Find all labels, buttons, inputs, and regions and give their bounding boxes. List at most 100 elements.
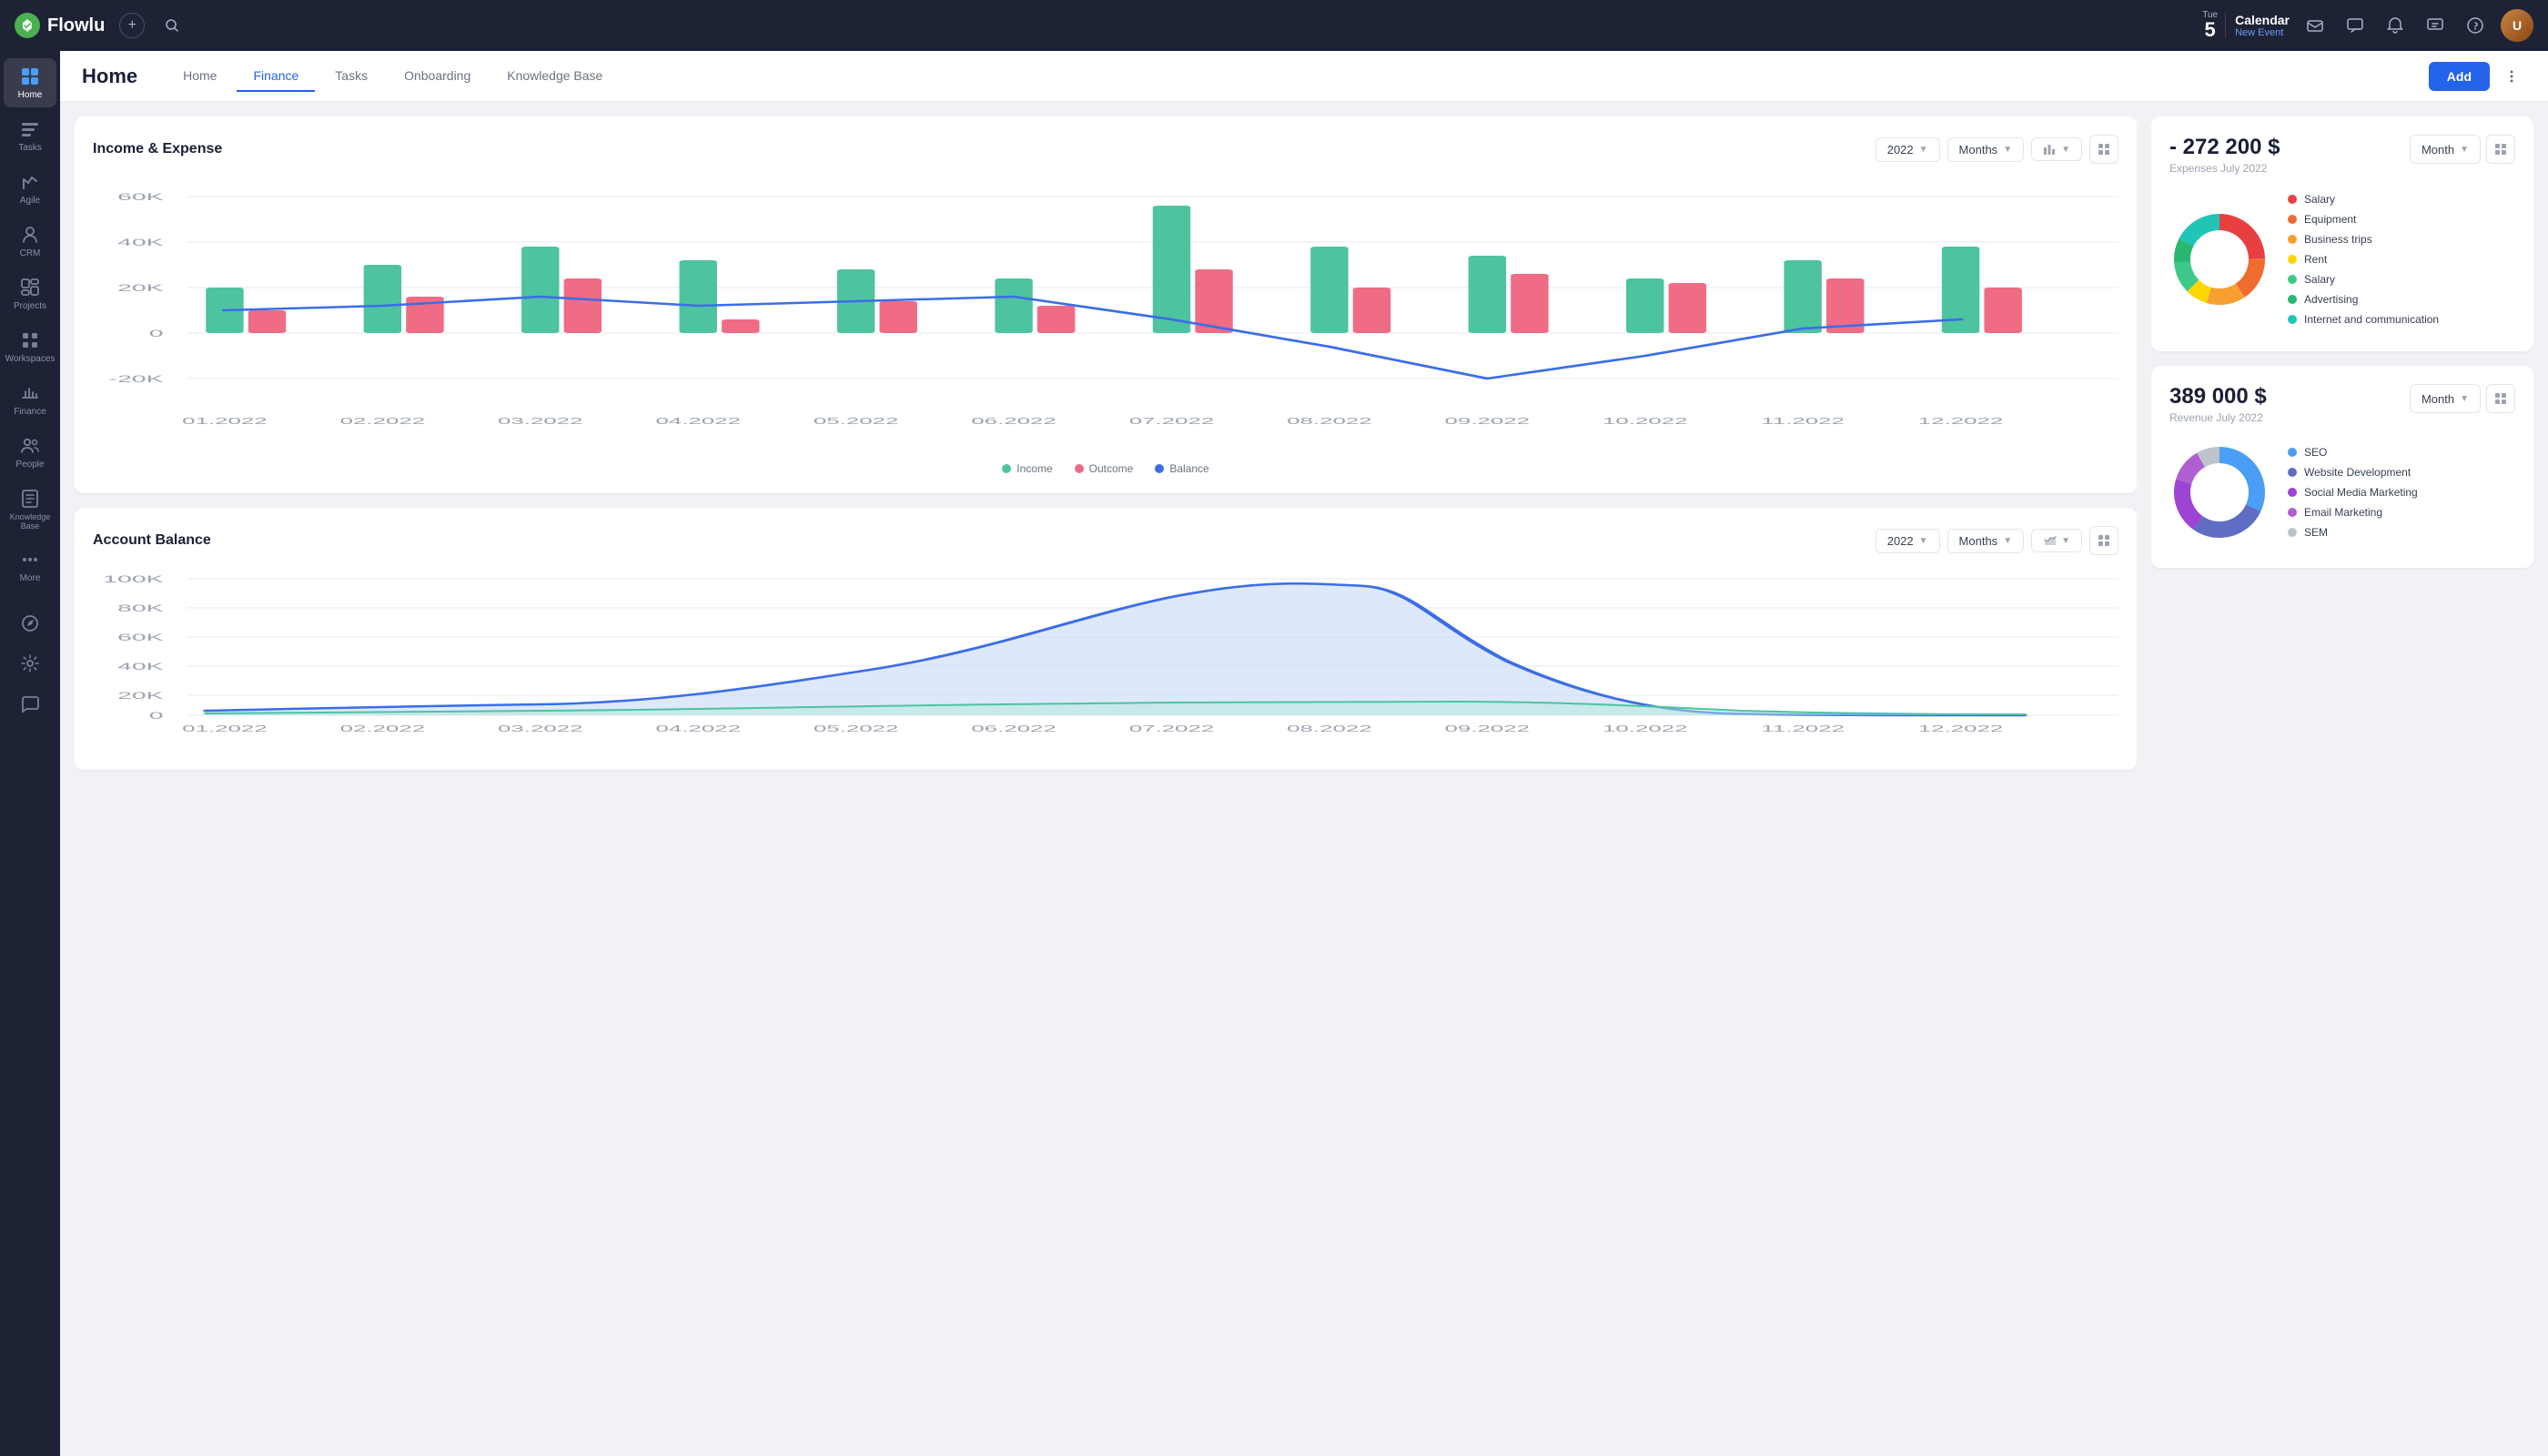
messages-button[interactable] (2421, 11, 2450, 40)
revenue-donut-section: SEO Website Development Social Media Mar… (2169, 435, 2515, 550)
tab-onboarding[interactable]: Onboarding (388, 61, 487, 92)
year-selector[interactable]: 2022 ▼ (1876, 137, 1940, 162)
search-button[interactable] (159, 13, 185, 38)
web-dev-label: Website Development (2304, 466, 2411, 479)
logo-icon (15, 13, 40, 38)
calendar-sub[interactable]: New Event (2235, 27, 2290, 38)
ab-period-selector[interactable]: Months ▼ (1947, 529, 2025, 553)
svg-text:09.2022: 09.2022 (1445, 723, 1531, 733)
year-label: 2022 (1887, 143, 1914, 157)
svg-text:10.2022: 10.2022 (1603, 723, 1688, 733)
income-expense-chart: 60K 40K 20K 0 -20K (93, 178, 2118, 451)
expenses-card: - 272 200 $ Expenses July 2022 Month ▼ (2151, 116, 2533, 351)
help-icon (2466, 16, 2484, 35)
bell-icon (2386, 16, 2404, 35)
sidebar-item-workspaces[interactable]: Workspaces (4, 322, 56, 371)
revenue-card: 389 000 $ Revenue July 2022 Month ▼ (2151, 366, 2533, 568)
grid-icon (2494, 143, 2507, 156)
agile-icon (19, 171, 41, 193)
sidebar-item-knowledge[interactable]: Knowledge Base (4, 480, 56, 538)
sidebar-item-crm[interactable]: CRM (4, 217, 56, 266)
svg-text:02.2022: 02.2022 (340, 723, 426, 733)
add-button[interactable]: Add (2429, 62, 2490, 91)
svg-text:08.2022: 08.2022 (1287, 723, 1372, 733)
sidebar-item-crm-label: CRM (20, 248, 41, 258)
svg-text:09.2022: 09.2022 (1445, 416, 1531, 426)
legend-balance: Balance (1155, 462, 1208, 475)
svg-text:06.2022: 06.2022 (971, 416, 1057, 426)
content-area: Income & Expense 2022 ▼ Months ▼ (60, 102, 2548, 1456)
legend-internet: Internet and communication (2288, 313, 2439, 326)
expenses-controls: Month ▼ (2410, 135, 2515, 164)
business-trips-label: Business trips (2304, 233, 2372, 246)
sidebar-item-projects[interactable]: Projects (4, 269, 56, 318)
tab-tasks[interactable]: Tasks (318, 61, 384, 92)
tab-home[interactable]: Home (167, 61, 233, 92)
expenses-period-selector[interactable]: Month ▼ (2410, 135, 2481, 164)
svg-text:01.2022: 01.2022 (182, 416, 268, 426)
account-balance-controls: 2022 ▼ Months ▼ ▼ (1876, 526, 2118, 555)
legend-sem: SEM (2288, 526, 2418, 539)
social-media-dot (2288, 488, 2297, 497)
sidebar-item-explore[interactable] (4, 605, 56, 642)
svg-text:04.2022: 04.2022 (655, 723, 741, 733)
notifications-button[interactable] (2381, 11, 2410, 40)
left-panel: Income & Expense 2022 ▼ Months ▼ (75, 116, 2137, 1441)
grid-view-button[interactable] (2089, 135, 2118, 164)
sem-label: SEM (2304, 526, 2328, 539)
logo[interactable]: Flowlu (15, 13, 105, 38)
ab-grid-view-button[interactable] (2089, 526, 2118, 555)
mail-button[interactable] (2300, 11, 2330, 40)
tab-knowledge-base[interactable]: Knowledge Base (490, 61, 619, 92)
calendar-title: Calendar (2235, 13, 2290, 27)
revenue-period-selector[interactable]: Month ▼ (2410, 384, 2481, 413)
revenue-amount: 389 000 $ (2169, 384, 2267, 410)
finance-icon (19, 382, 41, 404)
sidebar-item-feedback[interactable] (4, 685, 56, 722)
chevron-down-icon: ▼ (2460, 394, 2469, 404)
user-avatar[interactable]: U (2501, 9, 2533, 42)
outcome-dot (1075, 464, 1084, 473)
legend-outcome: Outcome (1075, 462, 1134, 475)
period-selector[interactable]: Months ▼ (1947, 137, 2025, 162)
ab-chart-type-selector[interactable]: ▼ (2031, 529, 2082, 552)
add-button[interactable]: + (119, 13, 145, 38)
tab-finance[interactable]: Finance (237, 61, 315, 92)
email-marketing-dot (2288, 508, 2297, 517)
svg-text:80K: 80K (117, 602, 164, 614)
calendar-widget[interactable]: Tue 5 Calendar New Event (2202, 11, 2290, 40)
chat-button[interactable] (2341, 11, 2370, 40)
expenses-grid-button[interactable] (2486, 135, 2515, 164)
more-options-button[interactable] (2497, 62, 2526, 91)
svg-text:20K: 20K (117, 690, 164, 702)
sidebar-item-knowledge-label: Knowledge Base (9, 512, 51, 531)
svg-text:08.2022: 08.2022 (1287, 416, 1372, 426)
tasks-icon (19, 118, 41, 140)
sidebar-item-finance-label: Finance (14, 407, 46, 417)
revenue-legend: SEO Website Development Social Media Mar… (2288, 446, 2418, 539)
crm-icon (19, 224, 41, 246)
account-balance-chart: 100K 80K 60K 40K 20K 0 01.2022 (93, 570, 2118, 752)
sidebar-item-people[interactable]: People (4, 428, 56, 477)
svg-text:06.2022: 06.2022 (971, 723, 1057, 733)
legend-web-dev: Website Development (2288, 466, 2418, 479)
sidebar-item-tasks[interactable]: Tasks (4, 111, 56, 160)
sidebar-item-settings[interactable] (4, 645, 56, 682)
help-button[interactable] (2461, 11, 2490, 40)
message-icon (2426, 16, 2444, 35)
sidebar-item-more[interactable]: More (4, 541, 56, 591)
svg-text:40K: 40K (117, 237, 164, 248)
svg-text:07.2022: 07.2022 (1129, 723, 1215, 733)
sidebar-item-finance[interactable]: Finance (4, 375, 56, 424)
legend-income: Income (1002, 462, 1052, 475)
svg-text:60K: 60K (117, 191, 164, 203)
page-title: Home (82, 65, 137, 88)
svg-text:05.2022: 05.2022 (814, 416, 899, 426)
revenue-grid-button[interactable] (2486, 384, 2515, 413)
sidebar-item-agile[interactable]: Agile (4, 164, 56, 213)
ab-year-selector[interactable]: 2022 ▼ (1876, 529, 1940, 553)
sidebar-item-agile-label: Agile (20, 196, 40, 206)
sidebar-item-more-label: More (20, 573, 41, 583)
sidebar-item-home[interactable]: Home (4, 58, 56, 107)
chart-type-selector[interactable]: ▼ (2031, 137, 2082, 161)
